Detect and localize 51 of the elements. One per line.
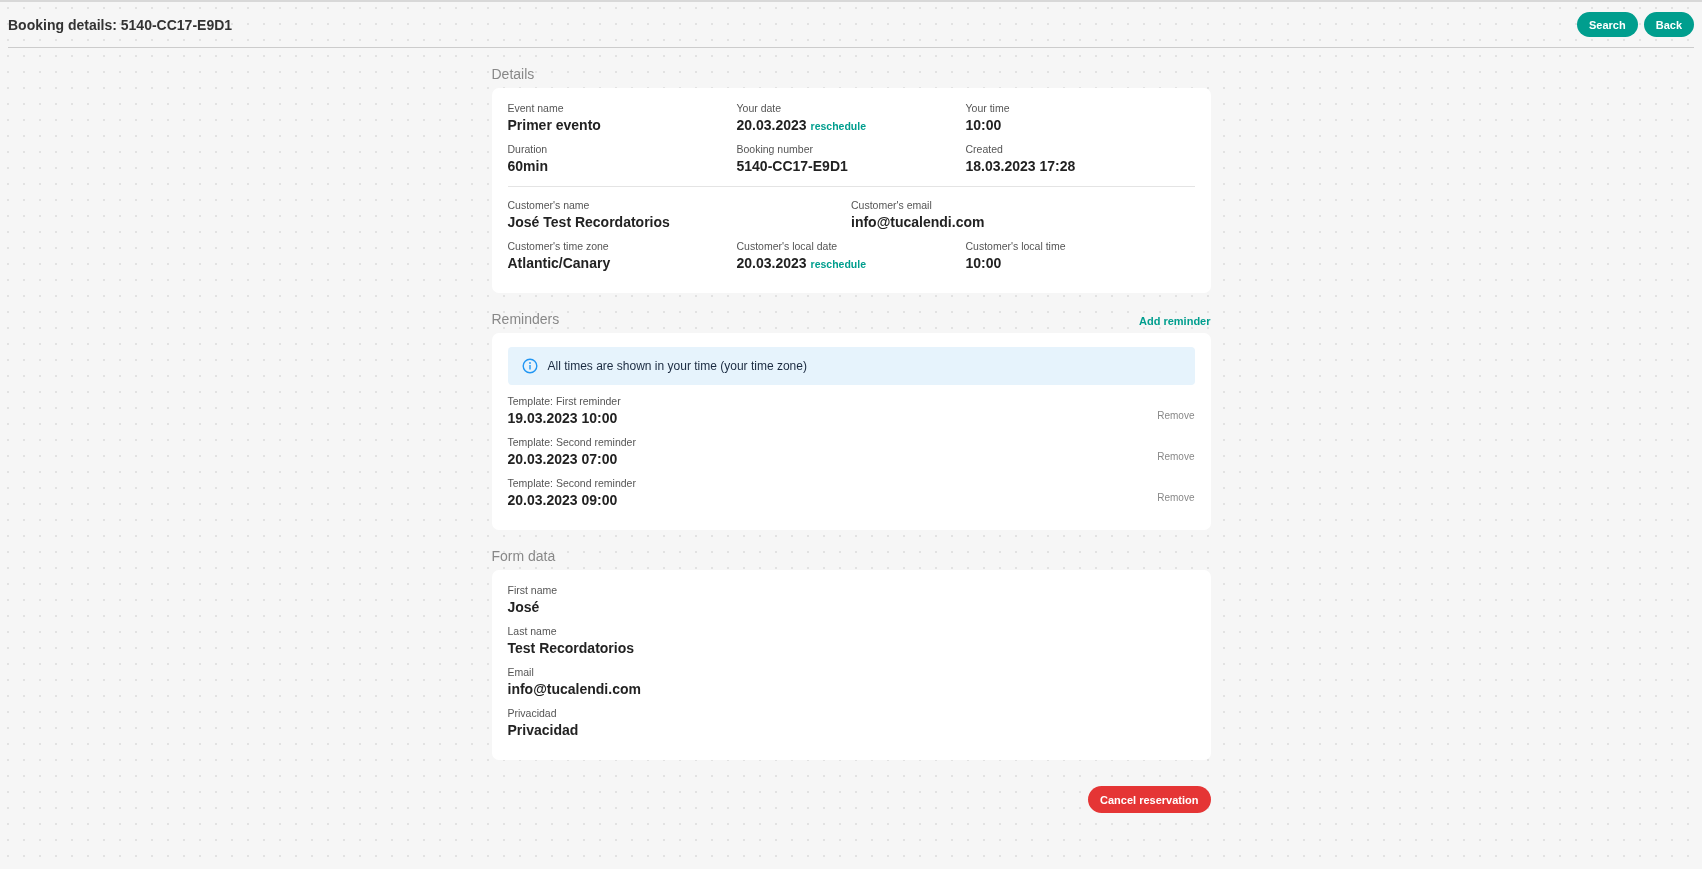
field-value: 10:00	[965, 117, 1002, 133]
field-label: First name	[507, 584, 559, 596]
field-label: Template: First reminder	[507, 395, 621, 407]
field-label: Template: Second reminder	[507, 436, 636, 448]
field-label: Customer's local date	[736, 240, 839, 252]
field-label: Duration	[507, 143, 549, 155]
field-value: 60min	[507, 158, 548, 174]
notice-text: All times are shown in your time (your time zone)	[547, 359, 807, 373]
field-value: 20.03.2023	[736, 117, 807, 133]
info-icon	[521, 358, 538, 374]
field-label: Created	[965, 143, 1004, 155]
section-heading: Form data	[491, 548, 556, 564]
field-value: 5140-CC17-E9D1	[736, 158, 848, 174]
field-value: José Test Recordatorios	[507, 214, 670, 230]
field-value: Primer evento	[507, 117, 601, 133]
field-value: 10:00	[965, 255, 1002, 271]
field-value: Atlantic/Canary	[507, 255, 611, 271]
field-label: Privacidad	[507, 707, 558, 719]
field-value: 20.03.2023 09:00	[507, 492, 618, 508]
field-label: Customer's email	[851, 199, 933, 211]
field-value: 20.03.2023 07:00	[507, 451, 618, 467]
field-value: info@tucalendi.com	[851, 214, 985, 230]
section-heading: Reminders	[491, 311, 560, 327]
field-value: Test Recordatorios	[507, 640, 635, 656]
section-heading: Details	[491, 66, 535, 82]
field-value: 20.03.2023	[736, 255, 807, 271]
field-label: Your time	[965, 102, 1011, 114]
header-button[interactable]: Search	[1577, 12, 1638, 37]
add-reminder-link[interactable]: Add reminder	[1139, 315, 1211, 327]
field-value: 19.03.2023 10:00	[507, 410, 618, 426]
field-value: Privacidad	[507, 722, 579, 738]
cancel-reservation-button[interactable]: Cancel reservation	[1088, 786, 1211, 813]
field-value: info@tucalendi.com	[507, 681, 641, 697]
field-label: Your date	[736, 102, 783, 114]
field-label: Last name	[507, 625, 558, 637]
field-label: Customer's time zone	[507, 240, 610, 252]
field-label: Booking number	[736, 143, 814, 155]
field-label: Customer's name	[507, 199, 591, 211]
reschedule-link[interactable]: reschedule	[810, 120, 867, 132]
header-button[interactable]: Back	[1643, 12, 1694, 37]
field-value: José	[507, 599, 540, 615]
field-label: Customer's local time	[965, 240, 1067, 252]
remove-link[interactable]: Remove	[1157, 410, 1195, 421]
field-label: Event name	[507, 102, 565, 114]
field-label: Template: Second reminder	[507, 477, 636, 489]
field-value: 18.03.2023 17:28	[965, 158, 1076, 174]
remove-link[interactable]: Remove	[1157, 451, 1195, 462]
field-label: Email	[507, 666, 535, 678]
reschedule-link[interactable]: reschedule	[810, 258, 867, 270]
remove-link[interactable]: Remove	[1157, 492, 1195, 503]
page-title: Booking details: 5140-CC17-E9D1	[8, 16, 233, 33]
